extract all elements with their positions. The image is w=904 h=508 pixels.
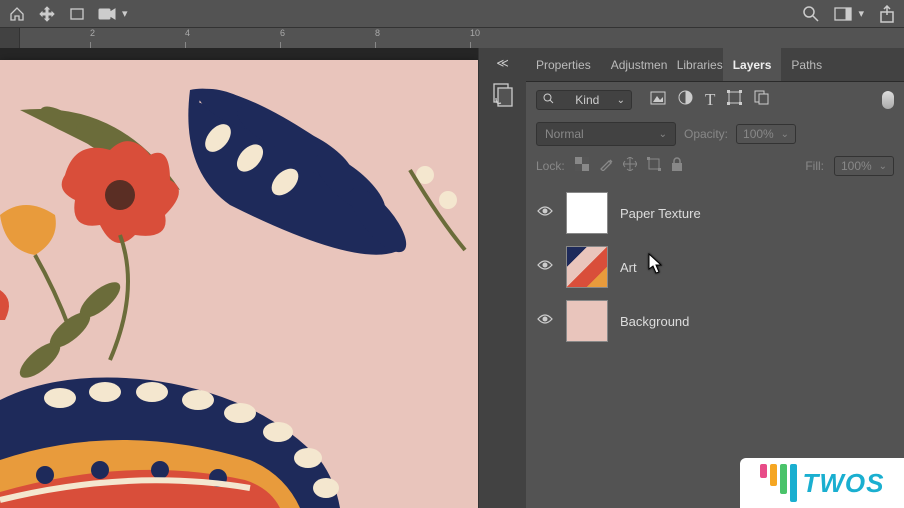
layer-row[interactable]: Art [526, 240, 904, 294]
layer-thumbnail[interactable] [566, 192, 608, 234]
blend-row: Normal ⌄ Opacity: 100% ⌄ [526, 118, 904, 150]
share-icon[interactable] [878, 5, 896, 23]
layer-row[interactable]: Paper Texture [526, 186, 904, 240]
filter-pixel-icon[interactable] [650, 91, 666, 110]
ruler-tick: 8 [375, 28, 380, 38]
collapse-panels-icon[interactable]: ≪ [479, 56, 526, 70]
search-icon[interactable] [802, 5, 820, 23]
lock-artboard-icon[interactable] [647, 157, 661, 176]
app-toolbar: ▾ ▾ [0, 0, 904, 28]
ruler-tick: 10 [470, 28, 480, 38]
box-icon[interactable] [68, 5, 86, 23]
right-panel: Properties Adjustments Libraries Layers … [526, 48, 904, 508]
layer-name[interactable]: Paper Texture [620, 206, 701, 221]
filter-smartobject-icon[interactable] [754, 90, 769, 110]
opacity-value: 100% [743, 127, 774, 141]
tab-properties[interactable]: Properties [526, 48, 601, 81]
watermark-logo: TWOS [740, 458, 904, 508]
visibility-icon[interactable] [536, 204, 554, 222]
layer-row[interactable]: Background [526, 294, 904, 348]
horizontal-ruler: 2 4 6 8 10 [0, 28, 904, 48]
dropdown-arrow-icon[interactable]: ▾ [858, 7, 864, 20]
opacity-label: Opacity: [684, 127, 728, 141]
layer-name[interactable]: Background [620, 314, 689, 329]
panel-dock: ≪ [478, 48, 526, 508]
layer-name[interactable]: Art [620, 260, 637, 275]
visibility-icon[interactable] [536, 312, 554, 330]
lock-pixels-icon[interactable] [599, 157, 613, 176]
ruler-tick: 2 [90, 28, 95, 38]
fill-value: 100% [841, 159, 872, 173]
history-panel-icon[interactable] [487, 78, 519, 110]
layer-thumbnail[interactable] [566, 246, 608, 288]
workspace-icon[interactable] [834, 5, 852, 23]
move-icon[interactable] [38, 5, 56, 23]
dropdown-arrow-icon[interactable]: ▾ [122, 7, 128, 20]
watermark-text: TWOS [803, 468, 885, 499]
visibility-icon[interactable] [536, 258, 554, 276]
artwork-illustration [0, 60, 478, 508]
ruler-corner [0, 28, 20, 48]
lock-label: Lock: [536, 159, 565, 173]
chevron-down-icon: ⌄ [659, 129, 667, 140]
toolbar-left: ▾ [8, 5, 128, 23]
filter-type-icons: T [650, 90, 769, 110]
video-icon[interactable] [98, 5, 116, 23]
filter-type-icon[interactable]: T [705, 90, 715, 110]
canvas-area[interactable] [0, 48, 478, 508]
panel-tabs: Properties Adjustments Libraries Layers … [526, 48, 904, 82]
tab-adjustments[interactable]: Adjustments [601, 48, 667, 81]
filter-shape-icon[interactable] [727, 90, 742, 110]
tab-libraries[interactable]: Libraries [667, 48, 723, 81]
blend-mode-select[interactable]: Normal ⌄ [536, 122, 676, 146]
chevron-down-icon: ⌄ [879, 161, 887, 172]
opacity-field[interactable]: 100% ⌄ [736, 124, 796, 144]
artboard[interactable] [0, 60, 478, 508]
fill-label: Fill: [805, 159, 824, 173]
filter-adjustment-icon[interactable] [678, 90, 693, 110]
logo-bars-icon [760, 464, 797, 502]
toolbar-right: ▾ [802, 5, 896, 23]
filter-toggle[interactable] [882, 91, 894, 109]
ruler-tick: 4 [185, 28, 190, 38]
tab-paths[interactable]: Paths [781, 48, 832, 81]
layer-filter-row: Kind ⌄ T [526, 82, 904, 118]
filter-kind-label: Kind [575, 93, 599, 107]
lock-all-icon[interactable] [671, 157, 683, 176]
chevron-down-icon: ⌄ [781, 129, 789, 140]
ruler-tick: 6 [280, 28, 285, 38]
layer-thumbnail[interactable] [566, 300, 608, 342]
home-icon[interactable] [8, 5, 26, 23]
tab-layers[interactable]: Layers [723, 48, 782, 81]
filter-kind-select[interactable]: Kind ⌄ [536, 90, 632, 110]
lock-icons [575, 157, 683, 176]
lock-row: Lock: Fill: 100% ⌄ [526, 150, 904, 182]
layer-list: Paper Texture Art Background [526, 182, 904, 352]
lock-transparency-icon[interactable] [575, 157, 589, 176]
chevron-down-icon: ⌄ [617, 95, 625, 106]
blend-mode-value: Normal [545, 127, 584, 141]
search-icon [543, 93, 554, 107]
fill-field[interactable]: 100% ⌄ [834, 156, 894, 176]
lock-position-icon[interactable] [623, 157, 637, 176]
